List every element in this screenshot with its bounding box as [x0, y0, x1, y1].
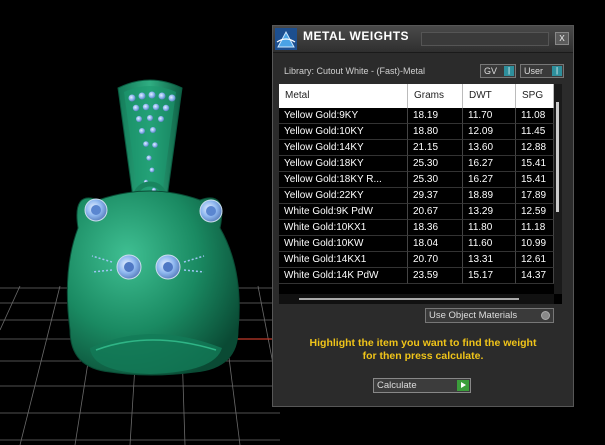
cell-metal: Yellow Gold:22KY: [279, 188, 408, 204]
cell-metal: White Gold:10KX1: [279, 220, 408, 236]
cell-spg: 15.41: [516, 156, 554, 172]
cell-grams: 20.67: [408, 204, 463, 220]
cell-spg: 11.45: [516, 124, 554, 140]
cell-dwt: 18.89: [463, 188, 516, 204]
cell-grams: 21.15: [408, 140, 463, 156]
table-row[interactable]: Yellow Gold:10KY 18.80 12.09 11.45: [279, 124, 554, 140]
cell-spg: 17.89: [516, 188, 554, 204]
pendant-model[interactable]: [66, 79, 240, 376]
cell-grams: 29.37: [408, 188, 463, 204]
window-title: METAL WEIGHTS: [303, 29, 410, 43]
horizontal-scrollbar[interactable]: [279, 294, 554, 304]
cell-grams: 20.70: [408, 252, 463, 268]
play-icon: [457, 380, 469, 391]
cell-spg: 15.41: [516, 172, 554, 188]
cell-metal: White Gold:9K PdW: [279, 204, 408, 220]
cell-grams: 18.80: [408, 124, 463, 140]
column-header-dwt[interactable]: DWT: [463, 84, 516, 108]
calculate-button[interactable]: Calculate: [373, 378, 471, 393]
cell-spg: 12.59: [516, 204, 554, 220]
cell-dwt: 13.60: [463, 140, 516, 156]
calculate-label: Calculate: [377, 380, 417, 391]
cell-dwt: 15.17: [463, 268, 516, 284]
cell-dwt: 13.29: [463, 204, 516, 220]
instruction-text: Highlight the item you want to find the …: [283, 337, 563, 363]
table-row[interactable]: Yellow Gold:22KY 29.37 18.89 17.89: [279, 188, 554, 204]
cell-grams: 18.04: [408, 236, 463, 252]
table-row[interactable]: Yellow Gold:9KY 18.19 11.70 11.08: [279, 108, 554, 124]
cell-metal: Yellow Gold:18KY R...: [279, 172, 408, 188]
cell-grams: 18.36: [408, 220, 463, 236]
use-object-materials-label: Use Object Materials: [429, 310, 518, 321]
table-row[interactable]: White Gold:10KX1 18.36 11.80 11.18: [279, 220, 554, 236]
user-toggle[interactable]: User |: [520, 64, 564, 78]
table-row[interactable]: Yellow Gold:18KY R... 25.30 16.27 15.41: [279, 172, 554, 188]
table-row[interactable]: White Gold:14KX1 20.70 13.31 12.61: [279, 252, 554, 268]
column-header-spg[interactable]: SPG: [516, 84, 554, 108]
gv-toggle[interactable]: GV |: [480, 64, 516, 78]
toggle-knob-icon: |: [504, 66, 514, 76]
cell-grams: 18.19: [408, 108, 463, 124]
gv-toggle-label: GV: [484, 66, 498, 76]
table-row[interactable]: White Gold:10KW 18.04 11.60 10.99: [279, 236, 554, 252]
cell-metal: Yellow Gold:9KY: [279, 108, 408, 124]
instruction-line-1: Highlight the item you want to find the …: [309, 337, 537, 349]
cell-metal: Yellow Gold:14KY: [279, 140, 408, 156]
radio-dot-icon: [541, 311, 550, 320]
table-header: Metal Grams DWT SPG: [279, 84, 554, 108]
cell-spg: 10.99: [516, 236, 554, 252]
cell-metal: White Gold:14K PdW: [279, 268, 408, 284]
cell-metal: Yellow Gold:18KY: [279, 156, 408, 172]
user-toggle-label: User: [524, 66, 544, 76]
cell-dwt: 13.31: [463, 252, 516, 268]
table-row[interactable]: Yellow Gold:18KY 25.30 16.27 15.41: [279, 156, 554, 172]
cell-dwt: 11.80: [463, 220, 516, 236]
cell-spg: 12.61: [516, 252, 554, 268]
cell-spg: 11.18: [516, 220, 554, 236]
cell-grams: 23.59: [408, 268, 463, 284]
cell-spg: 12.88: [516, 140, 554, 156]
title-bar-spacer: [421, 32, 549, 46]
library-label: Library: Cutout White - (Fast)-Metal: [284, 66, 426, 76]
title-bar[interactable]: METAL WEIGHTS x: [273, 26, 573, 53]
cell-dwt: 16.27: [463, 172, 516, 188]
column-header-grams[interactable]: Grams: [408, 84, 463, 108]
cell-dwt: 11.60: [463, 236, 516, 252]
vertical-scrollbar[interactable]: [554, 84, 562, 294]
cell-spg: 11.08: [516, 108, 554, 124]
instruction-line-2: for then press calculate.: [362, 350, 484, 362]
cell-dwt: 16.27: [463, 156, 516, 172]
scroll-thumb[interactable]: [299, 298, 519, 300]
cell-metal: Yellow Gold:10KY: [279, 124, 408, 140]
column-header-metal[interactable]: Metal: [279, 84, 408, 108]
cell-metal: White Gold:14KX1: [279, 252, 408, 268]
use-object-materials-toggle[interactable]: Use Object Materials: [425, 308, 554, 323]
cell-dwt: 12.09: [463, 124, 516, 140]
table-row[interactable]: Yellow Gold:14KY 21.15 13.60 12.88: [279, 140, 554, 156]
table-row[interactable]: White Gold:9K PdW 20.67 13.29 12.59: [279, 204, 554, 220]
table-row[interactable]: White Gold:14K PdW 23.59 15.17 14.37: [279, 268, 554, 284]
app-logo-icon: [275, 28, 297, 50]
cell-spg: 14.37: [516, 268, 554, 284]
cell-metal: White Gold:10KW: [279, 236, 408, 252]
close-button[interactable]: x: [555, 32, 569, 45]
cell-grams: 25.30: [408, 156, 463, 172]
scroll-thumb[interactable]: [556, 102, 559, 212]
cell-grams: 25.30: [408, 172, 463, 188]
cell-dwt: 11.70: [463, 108, 516, 124]
metal-weights-table: Metal Grams DWT SPG Yellow Gold:9KY 18.19…: [279, 84, 562, 304]
toggle-knob-icon: |: [552, 66, 562, 76]
metal-weights-panel: METAL WEIGHTS x Library: Cutout White - …: [272, 25, 574, 407]
